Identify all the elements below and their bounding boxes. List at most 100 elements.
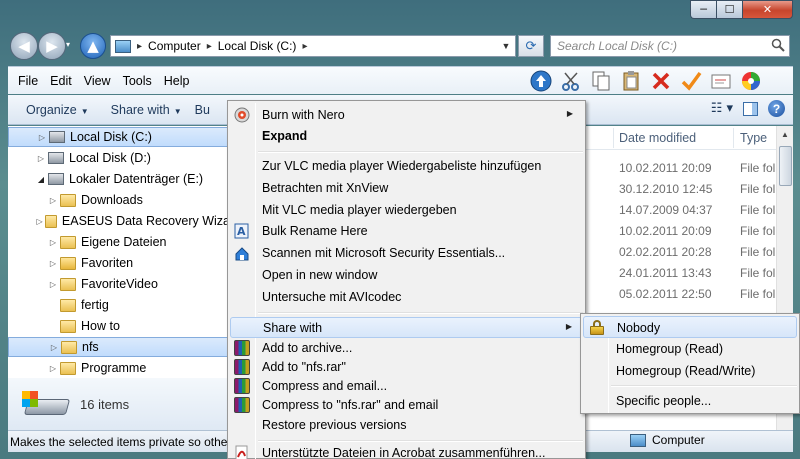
expand-arrow-icon[interactable]: ▷ [48,280,58,289]
tree-item[interactable]: ▷ FavoriteVideo [8,274,230,294]
menu-item-share-with[interactable]: Share with ▶ [230,317,583,338]
menu-item-expand[interactable]: Expand [230,126,583,147]
tree-item-label: Favoriten [81,256,134,270]
menu-view[interactable]: View [78,74,117,88]
tree-item[interactable]: How to [8,316,230,336]
delete-icon[interactable] [648,69,674,93]
tree-item[interactable]: ▷ Local Disk (C:) [8,127,230,147]
menu-item-bulk-rename[interactable]: A Bulk Rename Here [230,221,583,242]
drive-icon [48,152,64,164]
search-input[interactable]: Search Local Disk (C:) [550,35,790,57]
properties-icon[interactable] [708,69,734,93]
forward-arrow-icon: ▶ [46,37,58,55]
lock-icon [590,320,604,335]
column-divider[interactable] [613,128,614,148]
search-placeholder: Search Local Disk (C:) [557,39,678,53]
expand-arrow-icon[interactable]: ▷ [48,364,58,373]
address-dropdown-icon[interactable]: ▼ [498,37,514,55]
forward-button[interactable]: ▶ [38,32,66,60]
tree-item[interactable]: ◢ Lokaler Datenträger (E:) [8,169,230,189]
menu-separator [258,151,583,153]
tree-item[interactable]: ▷ Downloads [8,190,230,210]
color-wheel-icon[interactable] [738,69,764,93]
menu-edit[interactable]: Edit [44,74,78,88]
history-dropdown[interactable]: ▾ [66,40,78,52]
menu-item-add-rar[interactable]: Add to "nfs.rar" [230,357,583,378]
menu-item-label: Burn with Nero [262,108,345,122]
up-arrow-icon[interactable] [528,69,554,93]
collapse-arrow-icon[interactable]: ◢ [36,175,46,184]
address-bar[interactable]: ▸ Computer ▸ Local Disk (C:) ▸ [110,35,516,57]
menu-item-burn-nero[interactable]: Burn with Nero ▶ [230,105,583,126]
menu-help[interactable]: Help [158,74,196,88]
tree-item[interactable]: ▷ Programme [8,358,230,378]
menu-item-xnview[interactable]: Betrachten mit XnView [230,178,583,199]
menu-item-avicodec[interactable]: Untersuche mit AVIcodec [230,287,583,308]
submenu-item-homegroup-readwrite[interactable]: Homegroup (Read/Write) [583,360,797,382]
menu-item-label: Unterstützte Dateien in Acrobat zusammen… [262,446,546,459]
organize-button[interactable]: Organize ▼ [17,103,98,117]
winrar-icon [234,378,250,394]
view-options-icon[interactable]: ☷ ▾ [711,101,733,116]
check-icon[interactable] [678,69,704,93]
menu-item-compress-rar-email[interactable]: Compress to "nfs.rar" and email [230,395,583,416]
share-with-button[interactable]: Share with ▼ [102,103,191,117]
submenu-item-specific-people[interactable]: Specific people... [583,390,797,412]
chevron-right-icon[interactable]: ▸ [137,41,142,52]
cell-type: File fol [740,287,776,301]
tree-item[interactable]: fertig [8,295,230,315]
copy-icon[interactable] [588,69,614,93]
tree-item[interactable]: ▷ nfs [8,337,230,357]
menu-tools[interactable]: Tools [117,74,158,88]
svg-text:A: A [237,225,246,238]
column-type[interactable]: Type [740,131,767,145]
breadcrumb-computer[interactable]: Computer [148,39,201,53]
scroll-up-icon[interactable]: ▲ [781,130,789,139]
submenu-item-homegroup-read[interactable]: Homegroup (Read) [583,338,797,360]
tree-item[interactable]: ▷ EASEUS Data Recovery Wiza [8,211,230,231]
paste-icon[interactable] [618,69,644,93]
scrollbar-thumb[interactable] [779,146,792,186]
expand-arrow-icon[interactable]: ▷ [37,133,47,142]
menu-item-label: Share with [263,321,323,335]
breadcrumb-local-disk[interactable]: Local Disk (C:) [218,39,297,53]
tree-item[interactable]: ▷ Eigene Dateien [8,232,230,252]
menu-item-add-archive[interactable]: Add to archive... [230,338,583,359]
cell-date-modified: 02.02.2011 20:28 [619,245,712,259]
chevron-right-icon[interactable]: ▸ [302,41,307,52]
up-button[interactable]: ▲ [80,33,106,59]
submenu-item-nobody[interactable]: Nobody [583,316,797,338]
expand-arrow-icon[interactable]: ▷ [36,154,46,163]
hard-drive-icon [22,387,71,421]
menu-item-vlc-playlist[interactable]: Zur VLC media player Wiedergabeliste hin… [230,156,583,177]
expand-arrow-icon[interactable]: ▷ [49,343,59,352]
menu-item-acrobat[interactable]: Unterstützte Dateien in Acrobat zusammen… [230,443,583,459]
column-date-modified[interactable]: Date modified [619,131,696,145]
cut-icon[interactable] [558,69,584,93]
help-icon[interactable]: ? [768,100,785,117]
expand-arrow-icon[interactable]: ▷ [48,196,58,205]
preview-pane-icon[interactable] [743,101,758,116]
menu-item-compress-email[interactable]: Compress and email... [230,376,583,397]
minimize-button[interactable]: ─ [690,0,716,19]
menu-item-mse-scan[interactable]: Scannen mit Microsoft Security Essential… [230,243,583,264]
menu-item-new-window[interactable]: Open in new window [230,265,583,286]
computer-icon [630,433,646,447]
chevron-right-icon[interactable]: ▸ [207,41,212,52]
menu-item-restore[interactable]: Restore previous versions [230,415,583,436]
maximize-button[interactable]: ☐ [716,0,742,19]
burn-button[interactable]: Bu [191,103,219,117]
expand-arrow-icon[interactable]: ▷ [36,217,43,226]
winrar-icon [234,397,250,413]
refresh-button[interactable]: ⟳ [518,35,544,57]
back-button[interactable]: ◀ [10,32,38,60]
tree-item[interactable]: ▷ Favoriten [8,253,230,273]
tree-item[interactable]: ▷ Local Disk (D:) [8,148,230,168]
column-divider[interactable] [733,128,734,148]
menu-item-label: Restore previous versions [262,418,407,432]
menu-file[interactable]: File [12,74,44,88]
expand-arrow-icon[interactable]: ▷ [48,259,58,268]
menu-item-vlc-play[interactable]: Mit VLC media player wiedergeben [230,200,583,221]
close-button[interactable]: ✕ [742,0,793,19]
expand-arrow-icon[interactable]: ▷ [48,238,58,247]
